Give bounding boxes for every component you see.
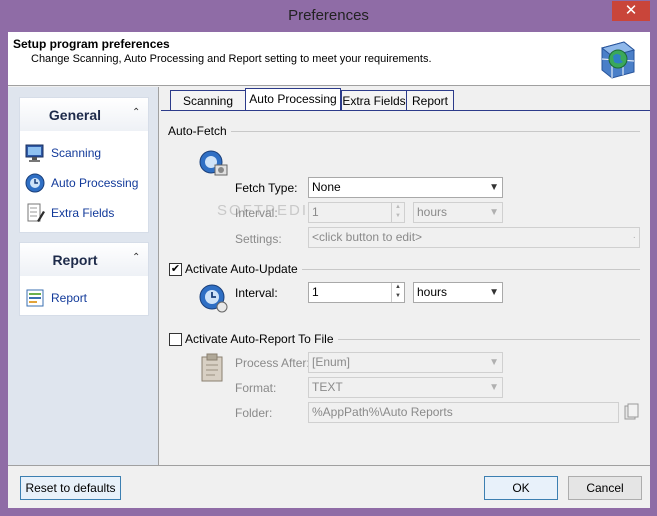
group-title: Report <box>52 252 98 268</box>
title-bar: Preferences ✕ <box>0 0 657 32</box>
fetch-type-value: None <box>312 180 341 194</box>
header-panel: Setup program preferences Change Scannin… <box>8 32 650 86</box>
auto-update-section-title: Activate Auto-Update <box>185 262 302 276</box>
clipboard-icon <box>198 353 228 383</box>
format-label: Format: <box>235 381 277 395</box>
group-title: General <box>48 107 102 123</box>
preferences-window: Preferences ✕ Setup program preferences … <box>0 0 657 516</box>
spin-buttons[interactable]: ▲ ▼ <box>391 203 404 222</box>
fetch-interval-unit-select[interactable]: hours ▼ <box>413 202 503 223</box>
update-interval-label: Interval: <box>235 286 278 300</box>
pencil-list-icon <box>25 203 45 223</box>
sidebar-group-general: General ⌃ Scanning Auto Processing Extra… <box>19 97 149 233</box>
tab-auto-processing[interactable]: Auto Processing <box>245 88 341 111</box>
sidebar-item-label: Scanning <box>51 146 102 160</box>
spin-buttons[interactable]: ▲ ▼ <box>391 283 404 302</box>
format-value: TEXT <box>312 380 343 394</box>
settings-label: Settings: <box>235 232 282 246</box>
fetch-interval-stepper[interactable]: 1 ▲ ▼ <box>308 202 405 223</box>
cancel-button[interactable]: Cancel <box>568 476 642 500</box>
auto-process-icon <box>25 173 45 193</box>
group-header[interactable]: Report ⌃ <box>20 243 148 276</box>
chevron-down-icon: ▼ <box>489 207 499 218</box>
report-icon <box>25 288 45 308</box>
sidebar-item-report[interactable]: Report <box>20 283 148 313</box>
fetch-type-label: Fetch Type: <box>235 181 298 195</box>
sidebar-item-label: Auto Processing <box>51 176 139 190</box>
close-button[interactable]: ✕ <box>612 1 650 21</box>
auto-update-checkbox[interactable]: ✔ <box>169 263 182 276</box>
ok-button[interactable]: OK <box>484 476 558 500</box>
sidebar: General ⌃ Scanning Auto Processing Extra… <box>8 87 159 465</box>
auto-report-checkbox[interactable] <box>169 333 182 346</box>
format-select[interactable]: TEXT ▼ <box>308 377 503 398</box>
browse-folder-icon[interactable] <box>623 403 639 421</box>
fetch-interval-unit: hours <box>417 205 448 219</box>
section-divider <box>333 339 640 340</box>
window-title: Preferences <box>288 7 369 24</box>
footer-divider <box>8 465 650 466</box>
folder-field[interactable]: %AppPath%\Auto Reports <box>308 402 619 423</box>
sidebar-item-scanning[interactable]: Scanning <box>20 138 148 168</box>
settings-value: <click button to edit> <box>312 230 423 244</box>
header-subtitle: Change Scanning, Auto Processing and Rep… <box>31 53 432 65</box>
monitor-icon <box>25 143 45 163</box>
globe-grid-icon <box>594 38 640 80</box>
ellipsis-button[interactable]: · <box>633 228 636 247</box>
update-interval-value: 1 <box>312 285 319 299</box>
fetch-interval-label: Interval: <box>235 206 278 220</box>
update-interval-unit-select[interactable]: hours ▼ <box>413 282 503 303</box>
fetch-interval-value: 1 <box>312 205 319 219</box>
tab-report[interactable]: Report <box>406 90 454 111</box>
sidebar-item-label: Extra Fields <box>51 206 115 220</box>
folder-label: Folder: <box>235 406 273 420</box>
header-title: Setup program preferences <box>13 37 170 51</box>
process-after-select[interactable]: [Enum] ▼ <box>308 352 503 373</box>
auto-report-section-title: Activate Auto-Report To File <box>185 332 338 346</box>
auto-fetch-icon <box>198 149 228 179</box>
update-interval-unit: hours <box>417 285 448 299</box>
process-after-label: Process After: <box>235 356 310 370</box>
sidebar-item-label: Report <box>51 291 88 305</box>
sidebar-item-extra-fields[interactable]: Extra Fields <box>20 198 148 228</box>
collapse-icon[interactable]: ⌃ <box>132 107 140 118</box>
tab-extra-fields[interactable]: Extra Fields <box>341 90 407 111</box>
section-divider <box>231 131 640 132</box>
tab-scanning[interactable]: Scanning <box>170 90 246 111</box>
dialog-client: Setup program preferences Change Scannin… <box>8 32 650 508</box>
section-divider <box>301 269 640 270</box>
sidebar-group-report: Report ⌃ Report <box>19 242 149 316</box>
auto-processing-panel: Auto-Fetch SOFTPEDIA Fetch Type: None ▼ … <box>161 111 650 465</box>
settings-field[interactable]: <click button to edit> · <box>308 227 640 248</box>
auto-fetch-section-title: Auto-Fetch <box>168 124 231 138</box>
chevron-down-icon: ▼ <box>489 287 499 298</box>
update-interval-stepper[interactable]: 1 ▲ ▼ <box>308 282 405 303</box>
group-header[interactable]: General ⌃ <box>20 98 148 131</box>
process-after-value: [Enum] <box>312 355 351 369</box>
chevron-down-icon: ▼ <box>489 382 499 393</box>
chevron-down-icon: ▼ <box>489 357 499 368</box>
reset-to-defaults-button[interactable]: Reset to defaults <box>20 476 121 500</box>
tab-strip: Scanning Auto Processing Extra Fields Re… <box>161 87 650 111</box>
fetch-type-select[interactable]: None ▼ <box>308 177 503 198</box>
folder-value: %AppPath%\Auto Reports <box>312 405 453 419</box>
sidebar-item-auto-processing[interactable]: Auto Processing <box>20 168 148 198</box>
chevron-down-icon: ▼ <box>489 182 499 193</box>
auto-update-icon <box>198 283 228 313</box>
collapse-icon[interactable]: ⌃ <box>132 252 140 263</box>
